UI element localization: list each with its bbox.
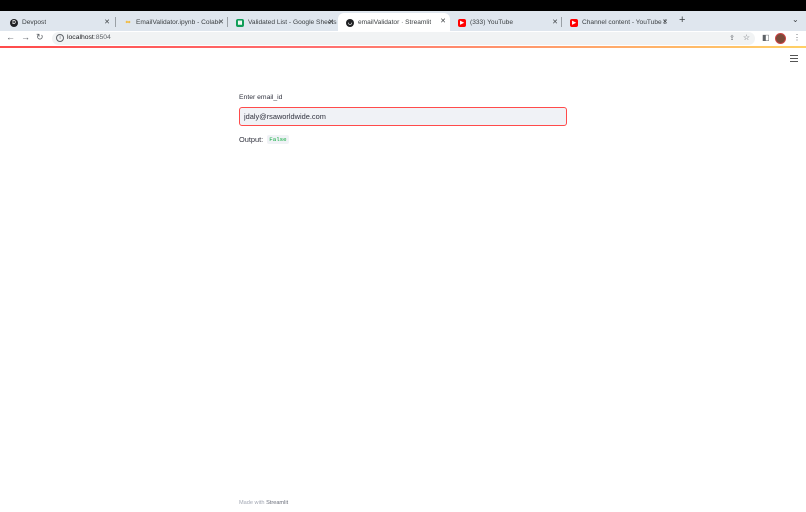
output-row: Output: False: [239, 135, 289, 144]
tab-streamlit[interactable]: ◡ emailValidator · Streamlit ✕: [338, 13, 450, 32]
url-port: :8504: [93, 34, 111, 41]
tab-title: Devpost: [22, 19, 47, 26]
devpost-icon: D: [10, 18, 18, 27]
tab-devpost[interactable]: D Devpost ✕: [2, 14, 114, 31]
tab-sheets[interactable]: ▦ Validated List - Google Sheets ✕: [228, 14, 338, 31]
streamlit-decoration-bar: [0, 46, 806, 48]
info-icon[interactable]: i: [56, 34, 64, 42]
tab-title: Channel content - YouTube Stu: [582, 19, 666, 26]
footer-prefix: Made with: [239, 500, 267, 506]
close-icon[interactable]: ✕: [662, 18, 668, 26]
address-bar[interactable]: i localhost:8504 ⇪ ☆: [52, 32, 755, 45]
colab-icon: ∞: [125, 19, 131, 26]
close-icon[interactable]: ✕: [104, 18, 110, 26]
side-panel-icon[interactable]: ◧: [762, 33, 770, 42]
new-tab-icon[interactable]: +: [679, 14, 685, 26]
screen-top-bar: [0, 0, 806, 11]
tab-title: EmailValidator.ipynb - Colabor: [136, 19, 220, 26]
reload-icon[interactable]: ↻: [36, 32, 44, 43]
youtube-icon: ▶: [458, 18, 466, 27]
tab-search-chevron-icon[interactable]: ⌄: [792, 15, 799, 24]
tab-youtube-studio[interactable]: ▶ Channel content - YouTube Stu ✕: [562, 14, 672, 31]
hamburger-menu-icon[interactable]: [790, 55, 798, 63]
close-icon[interactable]: ✕: [218, 18, 224, 26]
output-label: Output:: [239, 135, 264, 144]
streamlit-link[interactable]: Streamlit: [266, 500, 288, 506]
profile-avatar[interactable]: [775, 33, 786, 44]
youtube-studio-icon: ▶: [570, 18, 578, 27]
close-icon[interactable]: ✕: [552, 18, 558, 26]
share-icon[interactable]: ⇪: [729, 34, 735, 42]
email-field-label: Enter email_id: [239, 94, 283, 101]
close-icon[interactable]: ✕: [328, 18, 334, 26]
tab-colab[interactable]: ∞ EmailValidator.ipynb - Colabor ✕: [116, 14, 228, 31]
streamlit-icon: ◡: [346, 18, 354, 27]
tab-title: (333) YouTube: [470, 19, 514, 26]
bookmark-star-icon[interactable]: ☆: [743, 33, 750, 42]
tab-title: emailValidator · Streamlit: [358, 19, 432, 26]
forward-arrow-icon[interactable]: →: [21, 32, 30, 42]
url-host: localhost: [67, 34, 94, 41]
tab-youtube[interactable]: ▶ (333) YouTube ✕: [450, 14, 562, 31]
footer: Made with Streamlit: [239, 500, 288, 506]
close-icon[interactable]: ✕: [440, 17, 446, 25]
back-arrow-icon[interactable]: ←: [6, 32, 15, 42]
email-input[interactable]: [239, 107, 567, 126]
output-value: False: [267, 135, 289, 144]
sheets-icon: ▦: [236, 18, 244, 27]
url-text: localhost:8504: [67, 34, 111, 41]
tab-title: Validated List - Google Sheets: [248, 19, 337, 26]
browser-menu-icon[interactable]: ⋮: [793, 33, 801, 42]
